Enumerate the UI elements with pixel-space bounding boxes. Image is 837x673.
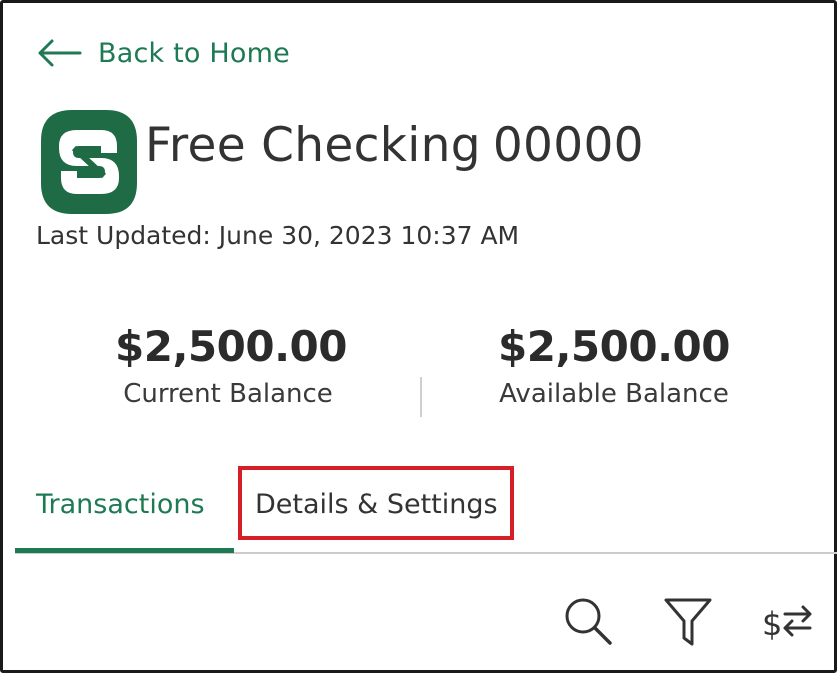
bank-logo <box>41 110 137 214</box>
sort-icon: $ <box>762 605 812 643</box>
account-number: 00000 <box>492 118 644 173</box>
sort-button[interactable]: $ <box>761 593 817 649</box>
account-title: Free Checking 00000 <box>145 118 644 173</box>
app-frame: Back to Home Free Checking 00000 Last Upd… <box>0 0 837 673</box>
details-settings-highlight <box>238 466 514 540</box>
arrow-left-icon <box>38 39 82 67</box>
back-to-home-link[interactable]: Back to Home <box>36 31 290 75</box>
tab-transactions[interactable]: Transactions <box>36 478 205 530</box>
available-balance-amount: $2,500.00 <box>498 322 730 371</box>
available-balance: $2,500.00 Available Balance <box>489 321 739 409</box>
account-name: Free Checking <box>145 118 481 173</box>
last-updated: Last Updated: June 30, 2023 10:37 AM <box>36 221 520 250</box>
filter-icon <box>664 598 712 646</box>
svg-text:$: $ <box>762 605 782 643</box>
current-balance-amount: $2,500.00 <box>115 322 347 371</box>
current-balance: $2,500.00 Current Balance <box>115 321 347 409</box>
back-to-home-label: Back to Home <box>98 37 290 69</box>
current-balance-label: Current Balance <box>123 379 333 409</box>
available-balance-label: Available Balance <box>499 379 729 409</box>
search-icon <box>565 598 612 645</box>
search-button[interactable] <box>560 593 616 649</box>
active-tab-indicator <box>15 548 234 553</box>
balance-divider <box>420 377 422 417</box>
filter-button[interactable] <box>660 593 716 649</box>
